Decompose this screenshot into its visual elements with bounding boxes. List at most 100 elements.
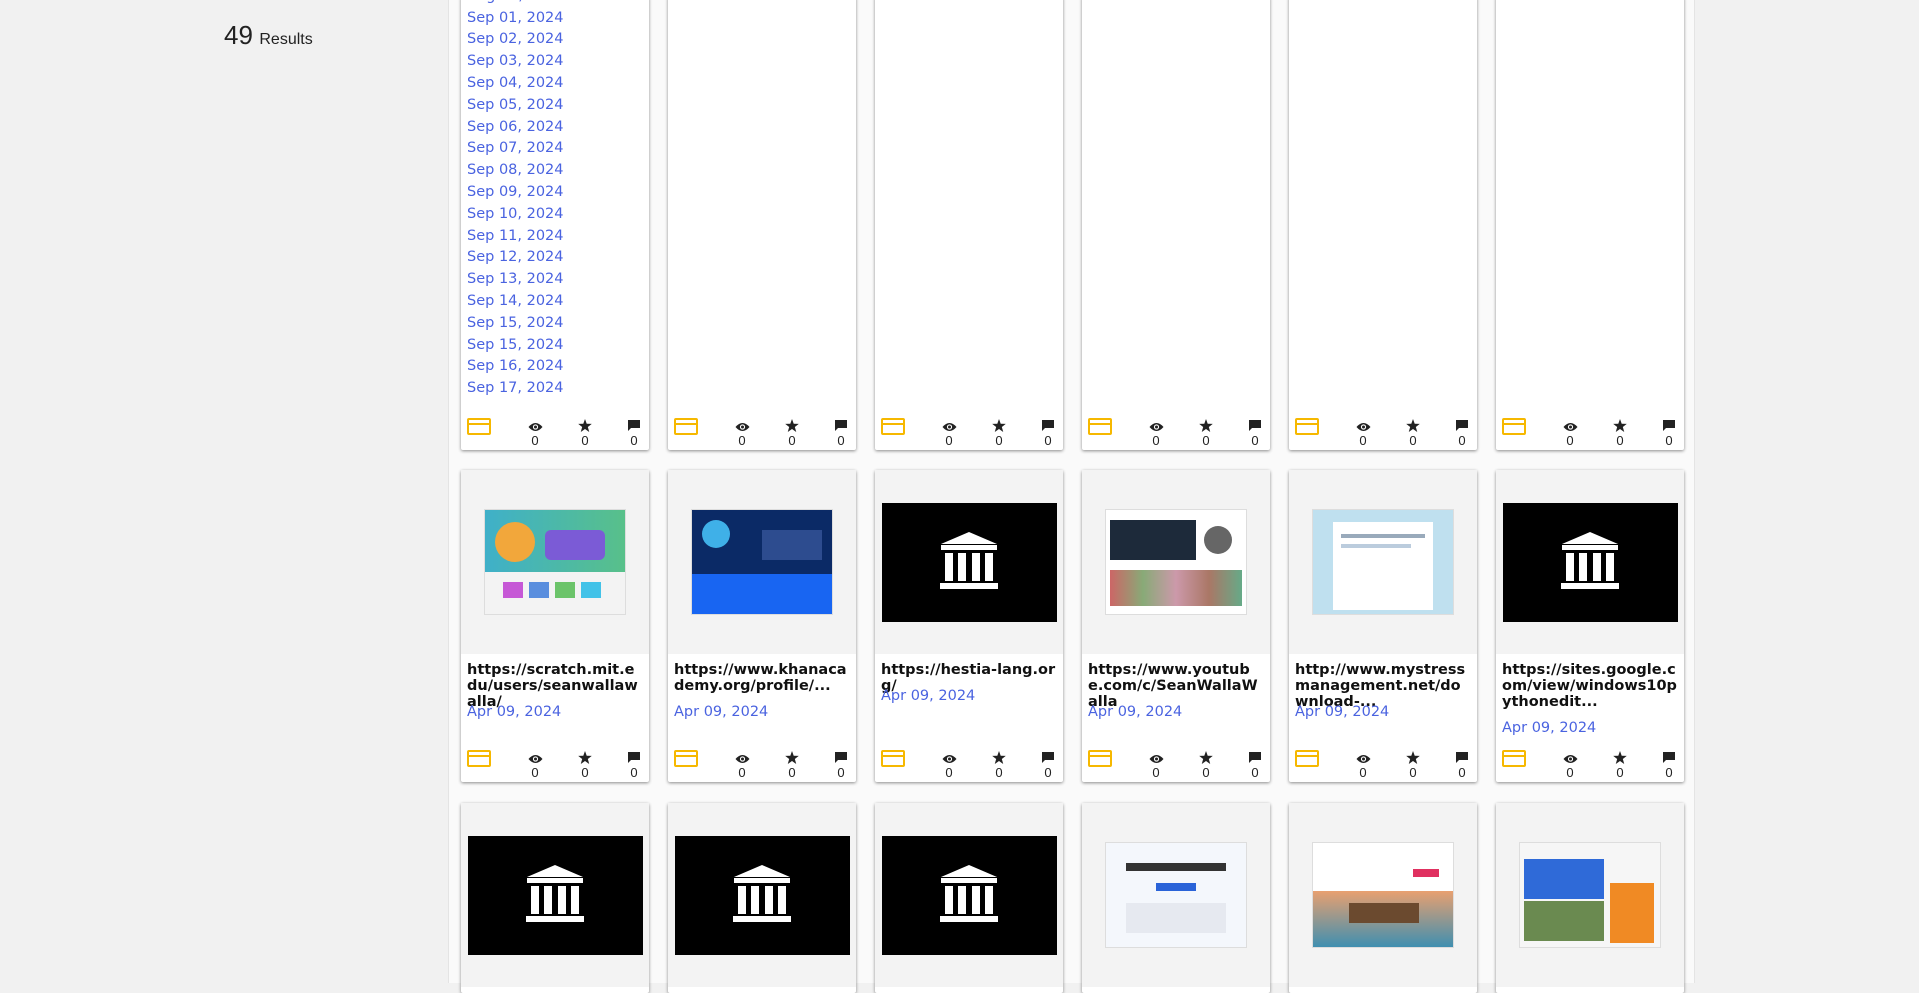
card-thumbnail[interactable] <box>1289 470 1477 654</box>
card-thumbnail[interactable] <box>1496 803 1684 987</box>
folder-icon[interactable] <box>674 750 698 772</box>
card-thumbnail[interactable] <box>875 803 1063 987</box>
card-date[interactable]: Apr 09, 2024 <box>1502 720 1596 736</box>
collection-card[interactable]: 0 0 0 <box>668 0 856 450</box>
web-capture-card[interactable]: https://hestia-lang.org/Apr 09, 2024 0 0 0 <box>875 470 1063 782</box>
card-title-link[interactable]: http://www.mystressmanagement.net/downlo… <box>1295 662 1471 710</box>
views-stat: 0 <box>939 422 959 448</box>
stars-count: 0 <box>1616 765 1624 780</box>
date-link[interactable]: Sep 17, 2024 <box>467 378 565 400</box>
web-capture-card[interactable] <box>1496 803 1684 993</box>
web-capture-card[interactable]: https://scratch.mit.edu/users/seanwallaw… <box>461 470 649 782</box>
views-stat: 0 <box>1146 754 1166 780</box>
collection-card[interactable]: 0 0 0 <box>1496 0 1684 450</box>
date-link[interactable]: Sep 11, 2024 <box>467 226 565 248</box>
date-link[interactable]: Sep 08, 2024 <box>467 160 565 182</box>
date-link[interactable]: Sep 10, 2024 <box>467 204 565 226</box>
card-thumbnail[interactable] <box>461 470 649 654</box>
collection-card[interactable]: 0 0 0 <box>1289 0 1477 450</box>
eye-icon <box>1146 754 1166 764</box>
web-capture-card[interactable]: https://sites.google.com/view/windows10p… <box>1496 470 1684 782</box>
card-date[interactable]: Apr 09, 2024 <box>1088 704 1182 720</box>
web-capture-card[interactable]: http://www.mystressmanagement.net/downlo… <box>1289 470 1477 782</box>
card-thumbnail[interactable] <box>668 470 856 654</box>
date-link[interactable]: Sep 13, 2024 <box>467 269 565 291</box>
star-icon <box>1403 751 1423 764</box>
eye-icon <box>525 754 545 764</box>
card-title-link[interactable]: https://scratch.mit.edu/users/seanwallaw… <box>467 662 643 710</box>
card-date[interactable]: Apr 09, 2024 <box>467 704 561 720</box>
folder-icon[interactable] <box>881 418 905 440</box>
card-date[interactable]: Apr 09, 2024 <box>674 704 768 720</box>
eye-icon <box>1560 422 1580 432</box>
card-thumbnail[interactable] <box>1082 803 1270 987</box>
folder-icon[interactable] <box>1088 750 1112 772</box>
card-footer: 0 0 0 <box>1082 742 1270 782</box>
web-capture-card[interactable] <box>668 803 856 993</box>
card-date[interactable]: Apr 09, 2024 <box>881 688 975 704</box>
web-capture-card[interactable] <box>461 803 649 993</box>
date-link[interactable]: Sep 04, 2024 <box>467 73 565 95</box>
date-link[interactable]: Sep 15, 2024 <box>467 313 565 335</box>
web-capture-card[interactable] <box>875 803 1063 993</box>
date-link[interactable]: Sep 06, 2024 <box>467 117 565 139</box>
star-icon <box>1196 419 1216 432</box>
card-thumbnail[interactable] <box>875 470 1063 654</box>
folder-icon[interactable] <box>1088 418 1112 440</box>
screenshot-thumbnail <box>1312 842 1454 948</box>
folder-icon[interactable] <box>1502 418 1526 440</box>
card-footer: 0 0 0 <box>461 742 649 782</box>
eye-icon <box>1146 422 1166 432</box>
views-stat: 0 <box>1560 422 1580 448</box>
web-capture-card[interactable] <box>1289 803 1477 993</box>
folder-icon[interactable] <box>467 750 491 772</box>
star-icon <box>575 419 595 432</box>
date-link[interactable]: Sep 15, 2024 <box>467 335 565 357</box>
web-capture-card[interactable]: https://www.khanacademy.org/profile/... A… <box>668 470 856 782</box>
card-thumbnail[interactable] <box>1082 470 1270 654</box>
date-list-card[interactable]: Aug 31, 2024Sep 01, 2024Sep 02, 2024Sep … <box>461 0 649 450</box>
card-title-link[interactable]: https://www.khanacademy.org/profile/... <box>674 662 850 694</box>
views-count: 0 <box>1566 433 1574 448</box>
stars-stat: 0 <box>575 751 595 780</box>
screenshot-thumbnail <box>1312 509 1454 615</box>
comments-count: 0 <box>630 433 638 448</box>
archive-icon <box>937 863 1001 928</box>
date-link[interactable]: Sep 16, 2024 <box>467 356 565 378</box>
date-link[interactable]: Sep 14, 2024 <box>467 291 565 313</box>
card-thumbnail[interactable] <box>668 803 856 987</box>
date-link[interactable]: Sep 07, 2024 <box>467 138 565 160</box>
card-thumbnail[interactable] <box>461 803 649 987</box>
date-link[interactable]: Aug 31, 2024 <box>467 0 565 8</box>
folder-icon[interactable] <box>1295 418 1319 440</box>
card-thumbnail[interactable] <box>1289 803 1477 987</box>
date-link[interactable]: Sep 12, 2024 <box>467 247 565 269</box>
stars-stat: 0 <box>1196 419 1216 448</box>
card-title-link[interactable]: https://www.youtube.com/c/SeanWallaWalla <box>1088 662 1264 710</box>
comment-icon <box>1245 419 1265 432</box>
archive-icon <box>523 863 587 928</box>
stars-count: 0 <box>581 433 589 448</box>
date-link[interactable]: Sep 01, 2024 <box>467 8 565 30</box>
web-capture-card[interactable]: https://www.youtube.com/c/SeanWallaWalla… <box>1082 470 1270 782</box>
card-date[interactable]: Apr 09, 2024 <box>1295 704 1389 720</box>
date-link[interactable]: Sep 09, 2024 <box>467 182 565 204</box>
folder-icon[interactable] <box>1502 750 1526 772</box>
date-link[interactable]: Sep 03, 2024 <box>467 51 565 73</box>
star-icon <box>1610 419 1630 432</box>
folder-icon[interactable] <box>674 418 698 440</box>
web-capture-card[interactable] <box>1082 803 1270 993</box>
folder-icon[interactable] <box>467 418 491 440</box>
folder-icon[interactable] <box>881 750 905 772</box>
card-thumbnail[interactable] <box>1496 470 1684 654</box>
comment-icon <box>1659 751 1679 764</box>
comment-icon <box>1245 751 1265 764</box>
folder-icon[interactable] <box>1295 750 1319 772</box>
card-title-link[interactable]: https://sites.google.com/view/windows10p… <box>1502 662 1678 710</box>
star-icon <box>1196 751 1216 764</box>
collection-card[interactable]: 0 0 0 <box>875 0 1063 450</box>
date-link[interactable]: Sep 05, 2024 <box>467 95 565 117</box>
star-icon <box>1610 751 1630 764</box>
date-link[interactable]: Sep 02, 2024 <box>467 29 565 51</box>
collection-card[interactable]: 0 0 0 <box>1082 0 1270 450</box>
